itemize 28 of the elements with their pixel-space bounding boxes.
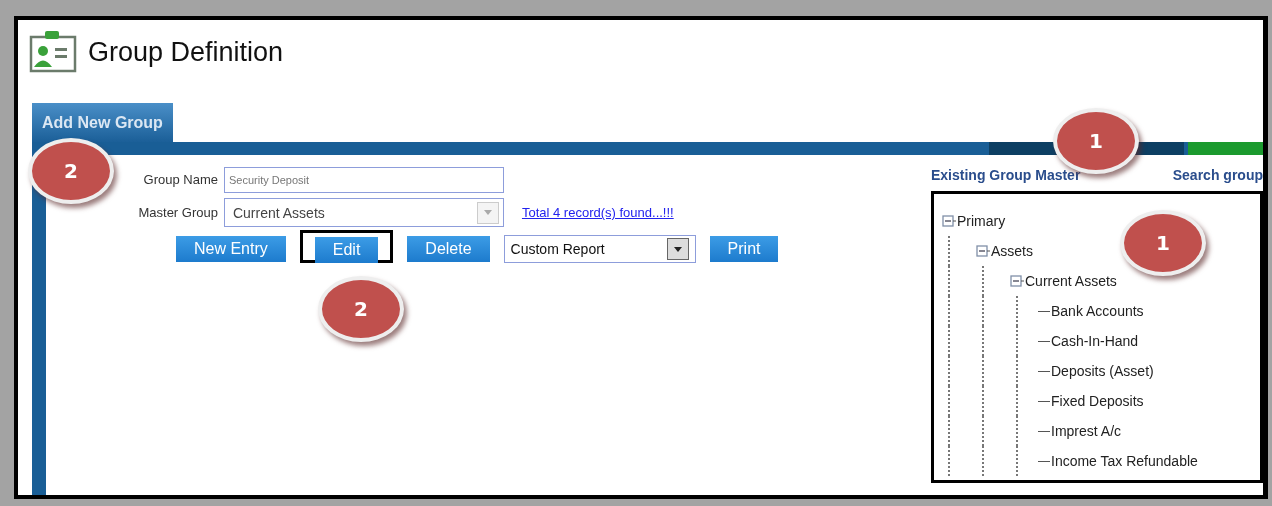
tab[interactable]: Add New Group (32, 103, 173, 142)
tree-item[interactable]: Deposits (Asset) (1050, 363, 1154, 379)
tree-item[interactable]: Current Assets (1024, 273, 1117, 289)
action-button[interactable]: Edit (314, 236, 379, 263)
tree-item[interactable]: Bank Accounts (1050, 303, 1144, 319)
collapse-icon[interactable] (942, 214, 956, 228)
collapse-icon[interactable] (976, 244, 990, 258)
tree-item[interactable]: Assets (990, 243, 1033, 259)
collapse-icon[interactable] (1010, 274, 1024, 288)
records-link[interactable]: Total 4 record(s) found...!!! (521, 205, 674, 220)
field-label: Master Group (137, 205, 219, 220)
tree-item[interactable]: Primary (956, 213, 1006, 229)
field-label: Group Name (142, 172, 219, 187)
search-group-link[interactable]: Search group (1172, 167, 1263, 183)
print-button[interactable]: Print (709, 236, 779, 262)
window-title: Group Definition (88, 36, 284, 68)
action-button[interactable]: Delete (407, 236, 490, 262)
group-name-field[interactable]: Security Deposit (223, 166, 504, 193)
tree-item[interactable]: Cash-In-Hand (1050, 333, 1139, 349)
report-dropdown[interactable]: Custom Report (503, 235, 696, 263)
tree-item[interactable]: Income Tax Refundable (1050, 453, 1198, 469)
master-group-dropdown[interactable]: Current Assets (223, 198, 504, 227)
action-button[interactable]: New Entry (175, 236, 286, 262)
tree-item[interactable]: Imprest A/c (1050, 423, 1122, 439)
contact-card-icon (28, 29, 78, 75)
caret-icon (673, 246, 682, 252)
tree-item[interactable]: Fixed Deposits (1050, 393, 1144, 409)
caret-icon (483, 210, 492, 215)
